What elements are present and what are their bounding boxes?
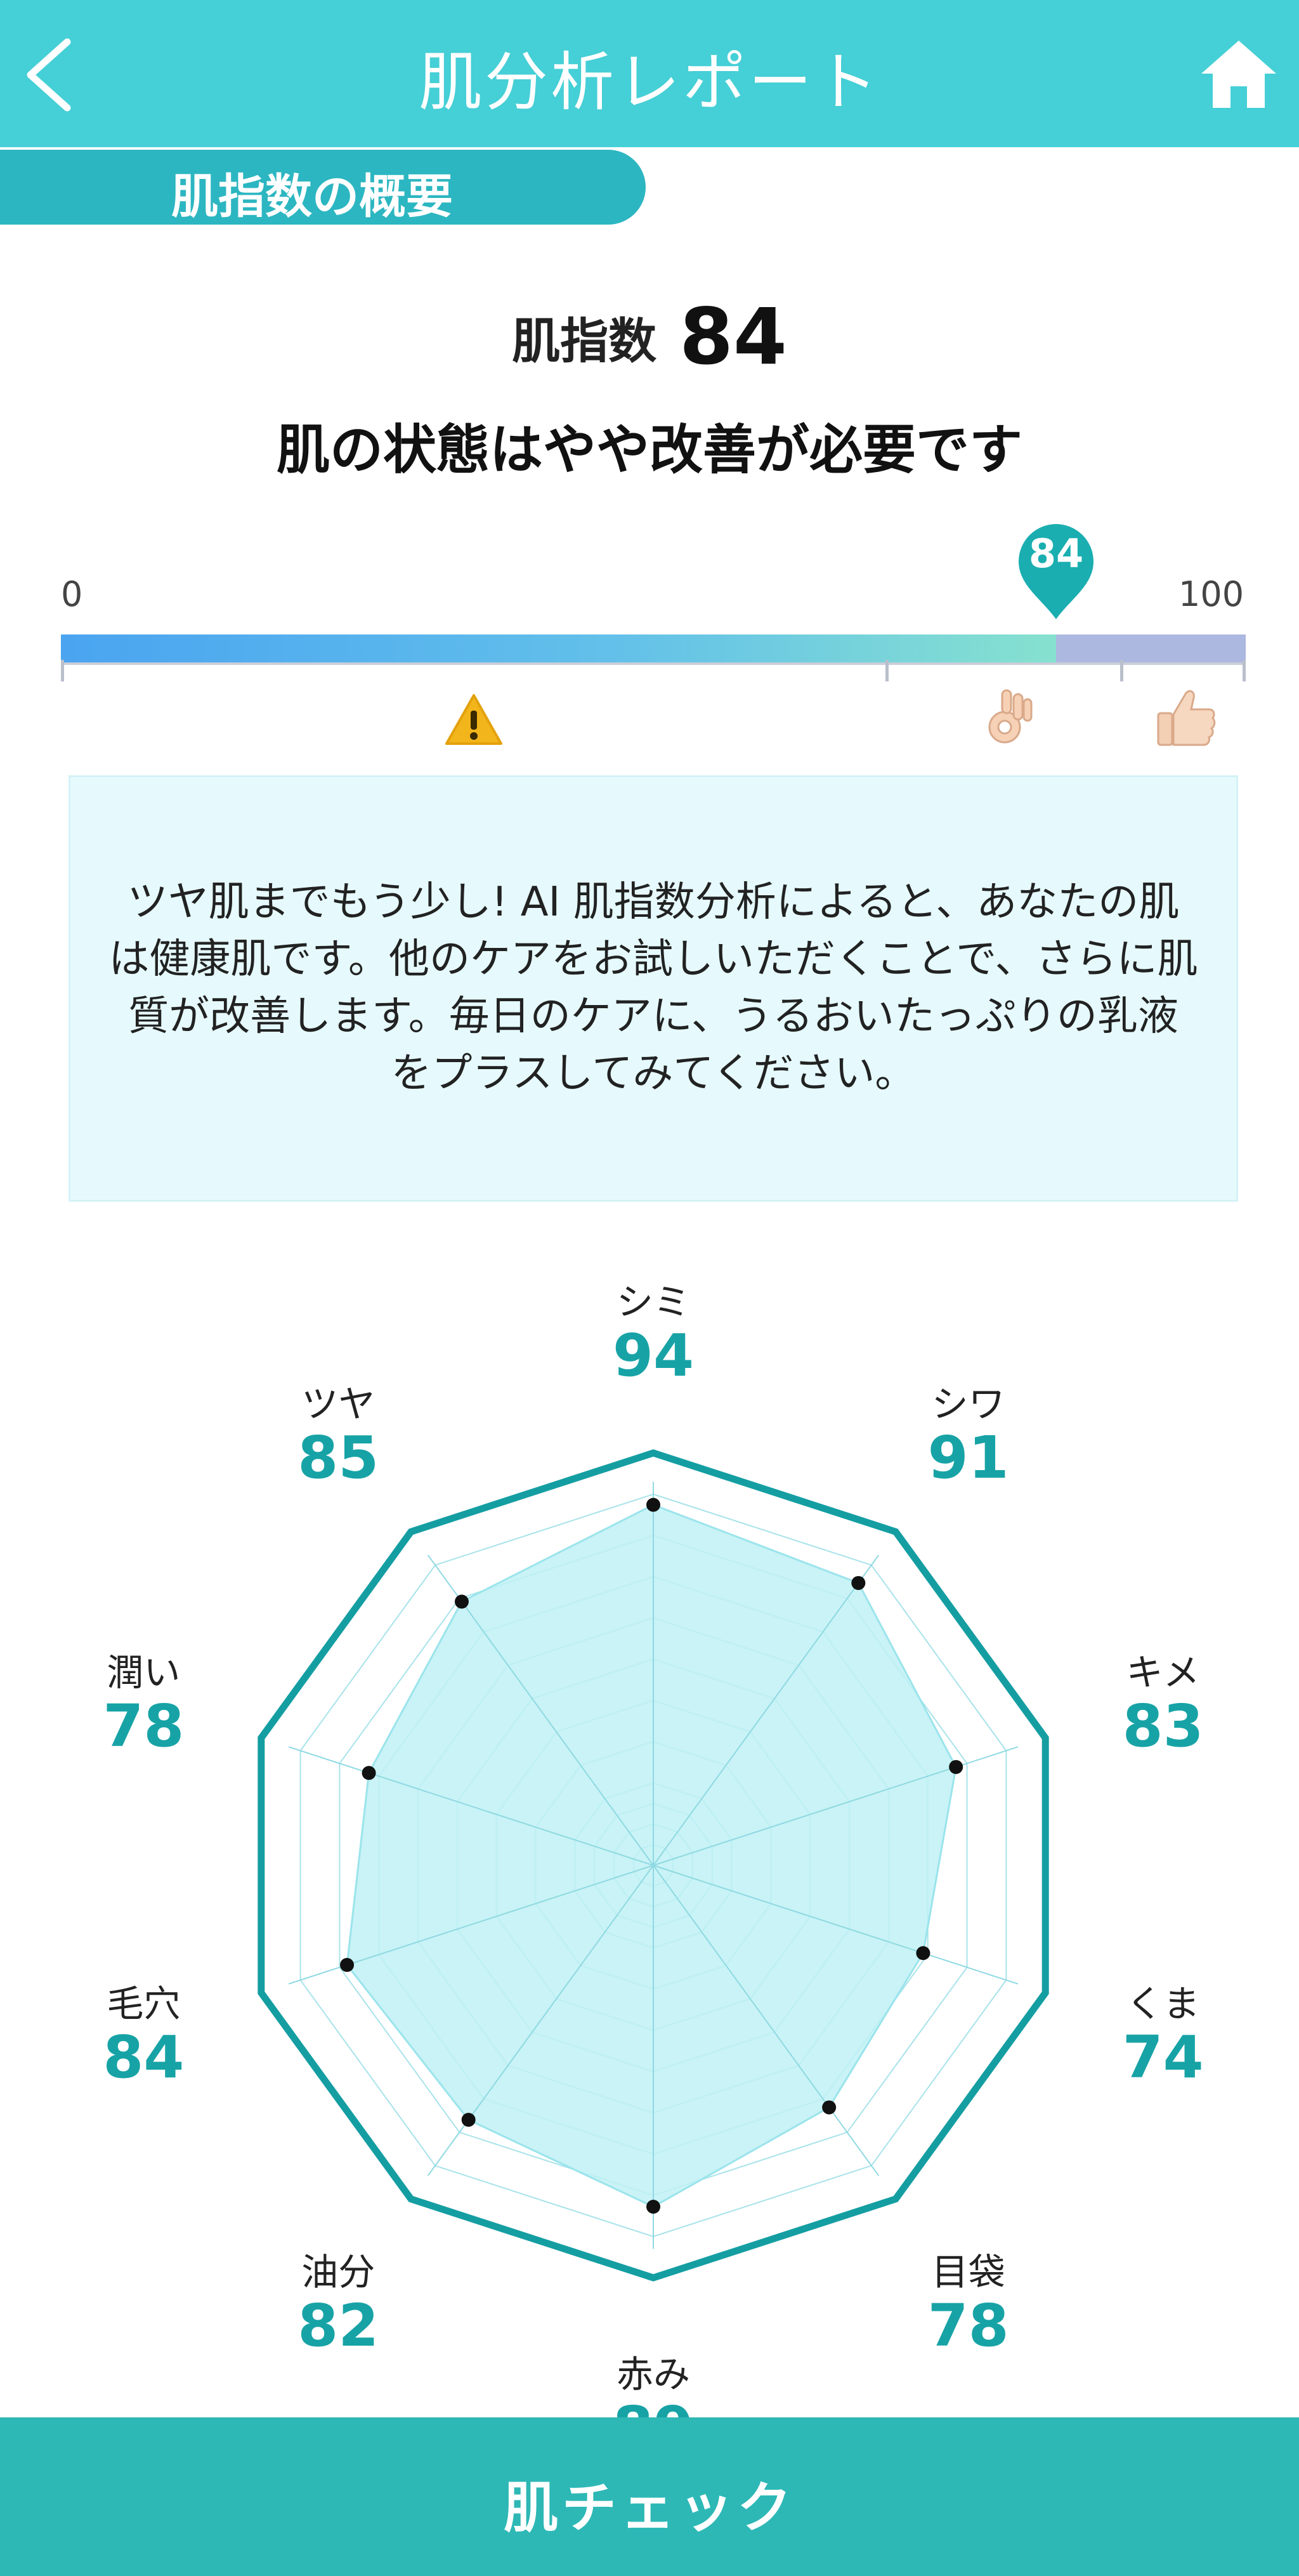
radar-axis-label: キメ bbox=[1126, 1650, 1200, 1694]
radar-data-point bbox=[362, 1766, 376, 1780]
app-header: 肌分析レポート bbox=[0, 0, 1299, 147]
radar-axis-value: 82 bbox=[297, 2291, 379, 2360]
score-marker-value: 84 bbox=[1028, 530, 1084, 577]
radar-axis-value: 94 bbox=[612, 1322, 695, 1390]
radar-data-point bbox=[822, 2100, 837, 2115]
skin-check-button-label: 肌チェック bbox=[504, 2476, 795, 2540]
radar-data-point bbox=[646, 2200, 660, 2214]
radar-data-point bbox=[340, 1957, 355, 1972]
radar-axis-label: 赤み bbox=[616, 2353, 690, 2396]
skin-radar-chart bbox=[258, 1449, 1049, 2282]
scale-tick-end bbox=[1243, 660, 1246, 681]
skin-status-text: 肌の状態はやや改善が必要です bbox=[276, 419, 1022, 481]
radar-axis-label: くま bbox=[1126, 1982, 1200, 2026]
radar-axis-value: 83 bbox=[1122, 1692, 1204, 1760]
scale-baseline bbox=[61, 662, 1246, 665]
radar-axis-label: 潤い bbox=[107, 1650, 181, 1694]
radar-data-point bbox=[646, 1497, 660, 1512]
radar-axis-label: 油分 bbox=[301, 2250, 375, 2294]
radar-data-point bbox=[461, 2113, 476, 2127]
radar-data-area bbox=[346, 1504, 957, 2208]
radar-data-point bbox=[916, 1946, 930, 1961]
ok-hand-icon bbox=[988, 689, 1033, 744]
radar-data-point bbox=[454, 1594, 469, 1609]
skin-check-button[interactable]: 肌チェック bbox=[0, 2417, 1299, 2576]
scale-tick-70 bbox=[885, 660, 889, 681]
page-title: 肌分析レポート bbox=[419, 45, 880, 119]
radar-axis-value: 78 bbox=[103, 1692, 185, 1760]
radar-axis-value: 74 bbox=[1122, 2023, 1204, 2092]
score-progress-remainder bbox=[1056, 634, 1246, 662]
radar-axis-label: シミ bbox=[616, 1280, 690, 1324]
scale-max-label: 100 bbox=[1178, 574, 1244, 614]
radar-axis-label: ツヤ bbox=[301, 1383, 375, 1426]
home-icon bbox=[1201, 41, 1276, 108]
scale-min-label: 0 bbox=[61, 574, 83, 614]
radar-axis-value: 91 bbox=[927, 1424, 1009, 1492]
radar-axis-label: 目袋 bbox=[931, 2250, 1005, 2294]
radar-axis-label: シワ bbox=[931, 1383, 1005, 1426]
advice-message-box: ツヤ肌までもう少し! AI 肌指数分析によると、あなたの肌は健康肌です。他のケア… bbox=[69, 775, 1238, 1202]
skin-index-line: 肌指数 84 bbox=[0, 292, 1299, 382]
radar-axis-value: 78 bbox=[927, 2291, 1009, 2360]
radar-axis-value: 84 bbox=[103, 2023, 185, 2092]
radar-axis-label: 毛穴 bbox=[107, 1982, 181, 2026]
scale-tick-start bbox=[61, 660, 64, 681]
score-progress-bar bbox=[61, 634, 1246, 662]
skin-index-label: 肌指数 bbox=[512, 313, 657, 369]
skin-index-value: 84 bbox=[679, 292, 787, 382]
section-tab-overview: 肌指数の概要 bbox=[0, 150, 646, 225]
warning-icon bbox=[445, 694, 502, 745]
home-button[interactable] bbox=[1198, 37, 1280, 113]
scale-tick-90 bbox=[1120, 660, 1123, 681]
radar-axis-value: 85 bbox=[297, 1424, 379, 1492]
section-title: 肌指数の概要 bbox=[171, 169, 453, 224]
score-progress-fill bbox=[61, 634, 1056, 662]
radar-data-point bbox=[851, 1575, 866, 1590]
advice-message-text: ツヤ肌までもう少し! AI 肌指数分析によると、あなたの肌は健康肌です。他のケア… bbox=[108, 879, 1198, 1097]
thumbs-up-icon bbox=[1157, 690, 1216, 746]
radar-data-point bbox=[949, 1759, 963, 1774]
